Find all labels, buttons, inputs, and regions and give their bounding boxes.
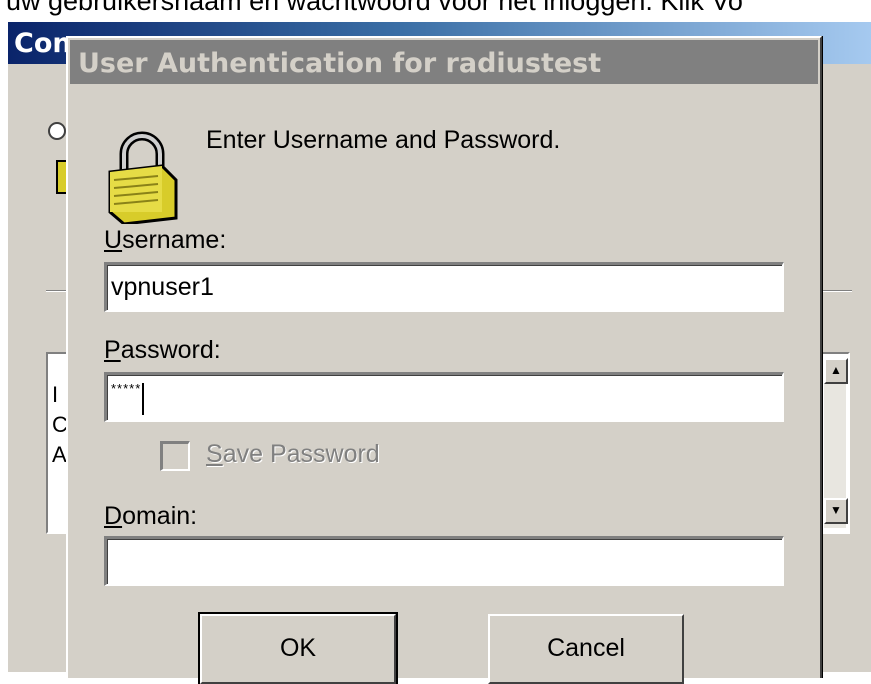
scroll-down-button[interactable]: ▼ xyxy=(824,498,848,524)
username-value: vpnuser1 xyxy=(111,273,214,301)
password-label: Password: xyxy=(104,336,221,364)
cancel-button[interactable]: Cancel xyxy=(488,614,684,684)
dialog-title: User Authentication for radiustest xyxy=(78,48,602,79)
prompt-text: Enter Username and Password. xyxy=(206,126,561,154)
username-field[interactable]: vpnuser1 xyxy=(104,262,784,312)
username-label: Username: xyxy=(104,226,227,254)
scroll-up-button[interactable]: ▲ xyxy=(824,358,848,384)
domain-label: Domain: xyxy=(104,502,198,530)
list-item: A xyxy=(52,442,67,467)
password-value: ***** xyxy=(111,381,142,396)
padlock-icon xyxy=(108,131,178,224)
ok-button[interactable]: OK xyxy=(198,612,398,684)
caption-text: uw gebruikersnaam en wachtwoord voor het… xyxy=(6,0,743,16)
save-password-checkbox[interactable] xyxy=(160,441,190,471)
background-window-title: Con xyxy=(14,28,72,59)
password-label-rest: assword: xyxy=(120,336,221,364)
background-radio[interactable] xyxy=(48,122,66,140)
user-authentication-dialog: User Authentication for radiustest Enter… xyxy=(66,36,822,684)
dialog-titlebar[interactable]: User Authentication for radiustest xyxy=(70,40,818,84)
save-password-label: Save Password xyxy=(206,440,380,468)
list-scrollbar[interactable]: ▲ ▼ xyxy=(824,358,848,528)
list-item: I xyxy=(52,382,59,407)
username-label-rest: sername: xyxy=(122,226,227,254)
text-cursor xyxy=(142,383,145,415)
password-field[interactable]: ***** xyxy=(104,372,784,422)
domain-field[interactable] xyxy=(104,536,784,586)
